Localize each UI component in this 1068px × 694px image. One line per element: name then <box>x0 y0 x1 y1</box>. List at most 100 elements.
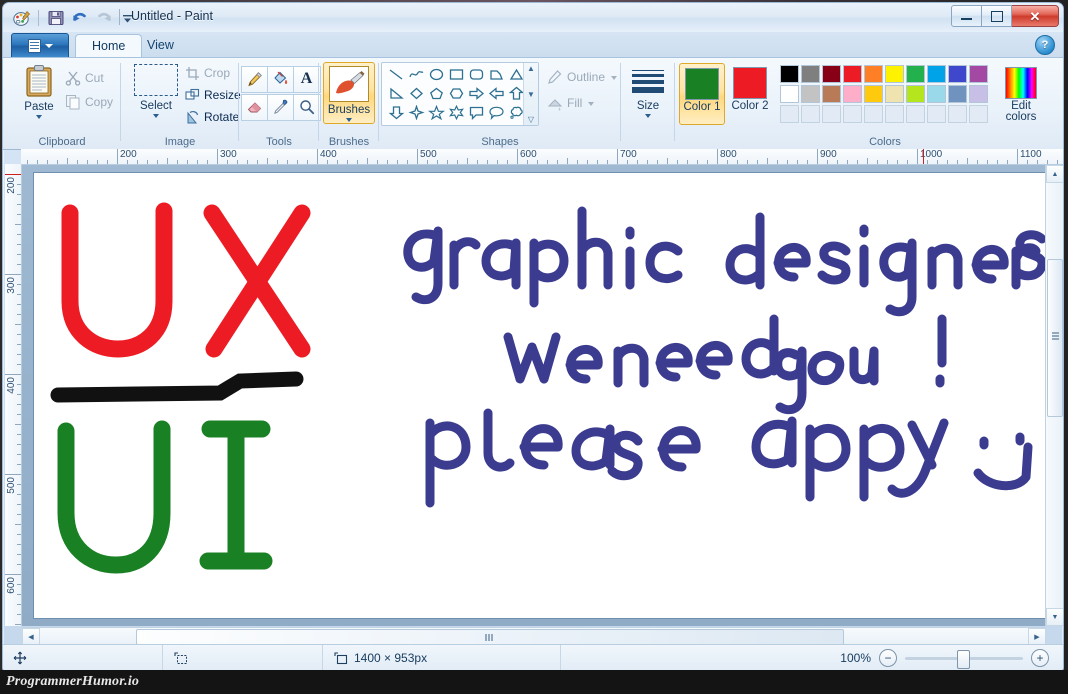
resize-button[interactable]: Resize <box>185 84 241 106</box>
help-button[interactable]: ? <box>1035 35 1055 55</box>
palette-swatch-r3-c5[interactable] <box>864 105 883 123</box>
palette-swatch-r1-c4[interactable] <box>843 65 862 83</box>
color-palette[interactable] <box>779 64 989 124</box>
horizontal-scroll-thumb[interactable] <box>136 629 844 645</box>
palette-swatch-r1-c8[interactable] <box>927 65 946 83</box>
zoom-slider-thumb[interactable] <box>957 649 970 669</box>
ruler-h-minor-tick <box>567 158 568 164</box>
scroll-up-button[interactable]: ▲ <box>1046 165 1063 183</box>
palette-swatch-r3-c8[interactable] <box>927 105 946 123</box>
palette-swatch-r3-c4[interactable] <box>843 105 862 123</box>
magnifier-tool-button[interactable] <box>292 93 321 121</box>
horizontal-scrollbar[interactable]: ◀ ▶ <box>22 627 1046 646</box>
ruler-v-minor-tick <box>17 204 21 205</box>
color-picker-tool-button[interactable] <box>266 93 295 121</box>
palette-swatch-r2-c2[interactable] <box>801 85 820 103</box>
select-button[interactable]: Select <box>129 64 183 118</box>
palette-swatch-r2-c1[interactable] <box>780 85 799 103</box>
eraser-tool-button[interactable] <box>240 93 269 121</box>
palette-swatch-r3-c3[interactable] <box>822 105 841 123</box>
palette-swatch-r1-c10[interactable] <box>969 65 988 83</box>
outline-dropdown-caret[interactable] <box>611 76 618 80</box>
brushes-button[interactable]: Brushes <box>323 62 375 124</box>
palette-swatch-r2-c7[interactable] <box>906 85 925 103</box>
ruler-h-minor-tick <box>587 160 588 164</box>
palette-swatch-r3-c9[interactable] <box>948 105 967 123</box>
outline-button[interactable]: Outline <box>547 66 618 88</box>
size-button[interactable]: Size <box>631 66 665 118</box>
ruler-v-minor-tick <box>17 454 21 455</box>
shapes-scroll-down-icon[interactable]: ▼ <box>527 90 535 98</box>
palette-swatch-r3-c1[interactable] <box>780 105 799 123</box>
tools-row-2 <box>240 93 321 121</box>
cut-button[interactable]: Cut <box>65 67 104 89</box>
shapes-gallery-expand-icon[interactable]: ▽ <box>528 116 534 124</box>
text-tool-button[interactable]: A <box>292 65 321 93</box>
palette-swatch-r1-c1[interactable] <box>780 65 799 83</box>
ruler-v-minor-tick <box>17 304 21 305</box>
maximize-button[interactable] <box>982 5 1012 27</box>
window-title: Untitled - Paint <box>131 9 213 23</box>
ruler-h-minor-tick <box>657 160 658 164</box>
vertical-scrollbar[interactable]: ▲ ▼ <box>1045 165 1063 626</box>
undo-icon[interactable] <box>69 8 90 29</box>
ruler-h-major-tick <box>217 149 218 164</box>
shapes-gallery-scrollbar[interactable]: ▲ ▼ ▽ <box>523 63 538 125</box>
ruler-h-minor-tick <box>387 160 388 164</box>
palette-swatch-r1-c6[interactable] <box>885 65 904 83</box>
ruler-h-major-tick <box>517 149 518 164</box>
paintbrush-icon <box>336 71 365 94</box>
palette-swatch-r3-c6[interactable] <box>885 105 904 123</box>
zoom-out-button[interactable]: − <box>879 649 897 667</box>
drawing-canvas[interactable] <box>34 173 1054 618</box>
shapes-gallery[interactable]: ▲ ▼ ▽ <box>381 62 539 126</box>
palette-swatch-r3-c10[interactable] <box>969 105 988 123</box>
palette-swatch-r1-c3[interactable] <box>822 65 841 83</box>
palette-swatch-r1-c5[interactable] <box>864 65 883 83</box>
vertical-scroll-thumb[interactable] <box>1047 259 1063 417</box>
palette-swatch-r2-c4[interactable] <box>843 85 862 103</box>
file-menu-button[interactable] <box>11 33 69 58</box>
palette-swatch-r2-c5[interactable] <box>864 85 883 103</box>
close-button[interactable]: ✕ <box>1012 5 1059 27</box>
copy-button[interactable]: Copy <box>65 91 113 113</box>
minimize-button[interactable] <box>951 5 982 27</box>
palette-swatch-r2-c3[interactable] <box>822 85 841 103</box>
palette-swatch-r3-c2[interactable] <box>801 105 820 123</box>
color1-button[interactable]: Color 1 <box>679 63 725 125</box>
ruler-v-minor-tick <box>17 184 21 185</box>
brushes-dropdown-caret[interactable] <box>346 118 352 122</box>
palette-swatch-r3-c7[interactable] <box>906 105 925 123</box>
paste-dropdown-caret[interactable] <box>36 115 42 119</box>
tab-view[interactable]: View <box>131 34 190 57</box>
color2-button[interactable]: Color 2 <box>727 63 773 125</box>
palette-swatch-r2-c8[interactable] <box>927 85 946 103</box>
ruler-h-minor-tick <box>497 160 498 164</box>
pencil-tool-button[interactable] <box>240 65 269 93</box>
copy-icon <box>66 95 80 110</box>
paste-button[interactable]: Paste <box>13 64 65 119</box>
palette-swatch-r1-c7[interactable] <box>906 65 925 83</box>
crop-button[interactable]: Crop <box>185 62 230 84</box>
palette-swatch-r1-c2[interactable] <box>801 65 820 83</box>
paint-logo-icon[interactable] <box>11 8 32 29</box>
palette-swatch-r2-c10[interactable] <box>969 85 988 103</box>
zoom-slider-track[interactable] <box>905 649 1023 669</box>
ruler-h-minor-tick <box>737 160 738 164</box>
magnifier-icon <box>299 100 314 115</box>
fill-tool-button[interactable] <box>266 65 295 93</box>
fill-dropdown-caret[interactable] <box>588 102 595 106</box>
edit-colors-button[interactable]: Edit colors <box>995 63 1047 125</box>
zoom-in-button[interactable]: + <box>1031 649 1049 667</box>
save-icon[interactable] <box>45 8 66 29</box>
fill-button[interactable]: Fill <box>547 92 595 114</box>
redo-icon[interactable] <box>93 8 114 29</box>
shapes-scroll-up-icon[interactable]: ▲ <box>527 65 535 73</box>
palette-swatch-r1-c9[interactable] <box>948 65 967 83</box>
brushes-group-label: Brushes <box>328 136 370 148</box>
scroll-down-button[interactable]: ▼ <box>1046 608 1063 626</box>
palette-swatch-r2-c6[interactable] <box>885 85 904 103</box>
size-dropdown-caret[interactable] <box>645 114 651 118</box>
select-dropdown-caret[interactable] <box>153 114 159 118</box>
palette-swatch-r2-c9[interactable] <box>948 85 967 103</box>
